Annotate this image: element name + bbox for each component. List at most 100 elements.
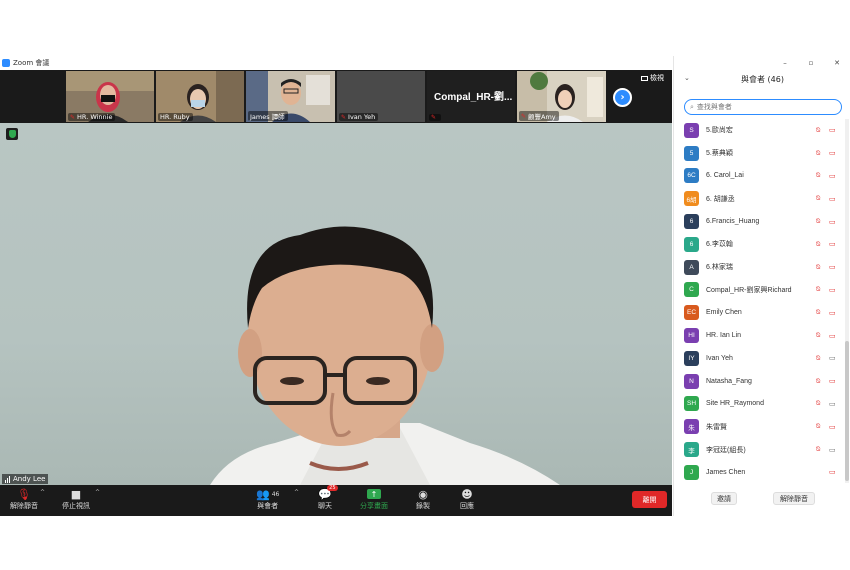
- thumbnail-tile[interactable]: ✎ 顧豐Amy: [517, 71, 606, 122]
- chevron-down-icon[interactable]: ⌄: [684, 74, 690, 82]
- participant-row[interactable]: 李李冠廷(組長) ⍉ ▭: [674, 438, 844, 461]
- audio-options-caret-icon[interactable]: ^: [40, 489, 45, 496]
- avatar: N: [684, 373, 699, 389]
- participant-name: 6.Francis_Huang: [706, 218, 760, 226]
- tile-label: ✎ Ivan Yeh: [339, 113, 379, 121]
- video-on-icon: ▭: [829, 399, 836, 408]
- participant-row[interactable]: 5 5.蔡典穎 ⍉ ▭: [674, 142, 844, 165]
- video-off-icon: ▭: [829, 377, 836, 386]
- mic-muted-icon: ⍉: [816, 285, 821, 294]
- participant-row[interactable]: 朱朱雷賢 ⍉ ▭: [674, 415, 844, 438]
- thumbnail-tile[interactable]: ✎ HR. Winnie: [66, 71, 154, 122]
- participant-row[interactable]: C Compal_HR-劉家興Richard ⍉ ▭: [674, 279, 844, 302]
- grid-view-icon: [641, 75, 648, 81]
- thumbnail-tile[interactable]: ✎ Ivan Yeh: [337, 71, 425, 122]
- mic-muted-icon: ⍉: [816, 445, 821, 454]
- window-title: Zoom 會議: [13, 59, 50, 67]
- avatar: A: [684, 259, 699, 275]
- video-off-icon: ▭: [829, 171, 836, 180]
- participant-row[interactable]: 6胡 6. 胡謙丞 ⍉ ▭: [674, 187, 844, 210]
- reactions-button[interactable]: ☻ 回應: [460, 487, 474, 511]
- next-page-button[interactable]: ›: [613, 88, 632, 107]
- video-off-icon: ▭: [829, 149, 836, 158]
- chat-bubble-icon: 💬 25: [318, 485, 338, 501]
- participant-row[interactable]: N Natasha_Fang ⍉ ▭: [674, 370, 844, 393]
- mic-muted-icon: ⍉: [816, 331, 821, 340]
- thumbnail-tile[interactable]: Compal_HR-劉... ✎: [427, 71, 515, 122]
- window-controls: – ▫ ✕: [772, 56, 850, 70]
- video-off-icon: ▭: [829, 194, 836, 203]
- tile-label: HR. Ruby: [158, 113, 193, 121]
- mic-muted-icon: ⍉: [816, 399, 821, 408]
- panel-title: 與會者 (46): [741, 75, 784, 84]
- search-input[interactable]: [696, 103, 827, 111]
- video-options-caret-icon[interactable]: ^: [95, 489, 100, 496]
- unmute-button[interactable]: 🎙 解除靜音: [10, 487, 38, 511]
- participant-name: Ivan Yeh: [706, 354, 733, 362]
- participant-name: Emily Chen: [706, 309, 742, 317]
- avatar: 6: [684, 214, 699, 230]
- scrollbar[interactable]: [845, 119, 849, 483]
- video-on-icon: ▭: [829, 445, 836, 454]
- record-button[interactable]: ◉ 錄製: [416, 487, 430, 511]
- tile-name: Compal_HR-劉...: [434, 92, 513, 103]
- video-off-icon: ▭: [829, 126, 836, 135]
- leave-button[interactable]: 離開: [632, 491, 667, 508]
- participant-row[interactable]: S 5.歐尚宏 ⍉ ▭: [674, 119, 844, 142]
- mic-muted-icon: ⍉: [816, 262, 821, 271]
- avatar: 6C: [684, 168, 699, 184]
- meeting-area: ✎ HR. Winnie HR. Ruby James 譚師 ✎ Ivan Ye…: [0, 70, 672, 516]
- zoom-logo-icon: [2, 59, 10, 67]
- thumbnail-tile[interactable]: HR. Ruby: [156, 71, 244, 122]
- mic-muted-icon: ⍉: [816, 422, 821, 431]
- mic-off-icon: ✎: [431, 114, 437, 121]
- mic-muted-icon: ⍉: [816, 353, 821, 362]
- avatar: C: [684, 282, 699, 298]
- mic-muted-icon: 🎙: [17, 487, 31, 501]
- participant-row[interactable]: EC Emily Chen ⍉ ▭: [674, 301, 844, 324]
- avatar: SH: [684, 396, 699, 412]
- participants-button[interactable]: 👥 46 與會者: [256, 487, 279, 511]
- video-off-icon: ▭: [829, 217, 836, 226]
- chat-button[interactable]: 💬 25 聊天: [318, 485, 338, 511]
- tile-label: ✎ HR. Winnie: [68, 113, 116, 121]
- participant-row[interactable]: 6 6.李苡翰 ⍉ ▭: [674, 233, 844, 256]
- unmute-all-button[interactable]: 解除靜音: [773, 492, 815, 505]
- mic-muted-icon: ⍉: [816, 194, 821, 203]
- video-off-icon: ▭: [829, 468, 836, 477]
- video-off-icon: ▭: [829, 308, 836, 317]
- mic-off-icon: ✎: [341, 113, 347, 121]
- participants-options-caret-icon[interactable]: ^: [294, 489, 299, 496]
- participant-row[interactable]: SH Site HR_Raymond ⍉ ▭: [674, 393, 844, 416]
- video-off-icon: ▭: [829, 422, 836, 431]
- participant-row[interactable]: 6C 6. Carol_Lai ⍉ ▭: [674, 165, 844, 188]
- invite-button[interactable]: 邀請: [711, 492, 737, 505]
- search-icon: ⌕: [690, 102, 694, 111]
- close-icon[interactable]: ✕: [824, 56, 850, 70]
- view-button[interactable]: 檢視: [641, 73, 664, 83]
- participant-row[interactable]: A 6.林家瑞 ⍉ ▭: [674, 256, 844, 279]
- share-screen-button[interactable]: ↑ 分享畫面: [360, 487, 388, 511]
- participant-search[interactable]: ⌕: [684, 99, 842, 115]
- mic-off-icon: ✎: [70, 113, 76, 121]
- participant-row[interactable]: J James Chen ▭: [674, 461, 844, 483]
- video-off-icon: ▭: [829, 263, 836, 272]
- video-off-icon: ▭: [829, 285, 836, 294]
- participant-row[interactable]: HI HR. Ian Lin ⍉ ▭: [674, 324, 844, 347]
- mic-muted-icon: ⍉: [816, 308, 821, 317]
- maximize-icon[interactable]: ▫: [798, 56, 824, 70]
- video-off-icon: ▭: [829, 240, 836, 249]
- participant-row[interactable]: 6 6.Francis_Huang ⍉ ▭: [674, 210, 844, 233]
- thumbnail-tile[interactable]: James 譚師: [246, 71, 335, 122]
- security-shield-icon[interactable]: [6, 128, 18, 140]
- participant-name: 6.李苡翰: [706, 241, 733, 249]
- participant-row[interactable]: IY Ivan Yeh ⍉ ▭: [674, 347, 844, 370]
- participant-name: Natasha_Fang: [706, 377, 752, 385]
- tile-label: ✎: [429, 114, 442, 121]
- minimize-icon[interactable]: –: [772, 56, 798, 70]
- video-on-icon: ▭: [829, 354, 836, 363]
- participant-name: 朱雷賢: [706, 423, 727, 431]
- participant-name: 5.歐尚宏: [706, 127, 733, 135]
- stop-video-button[interactable]: ■ 停止視訊: [62, 487, 90, 511]
- avatar: 5: [684, 145, 699, 161]
